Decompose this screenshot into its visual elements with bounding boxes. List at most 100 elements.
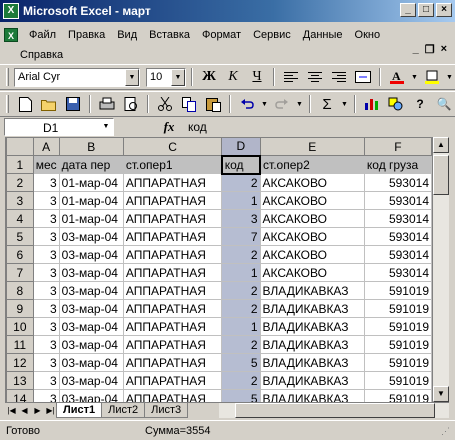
tab-sheet3[interactable]: Лист3 — [144, 403, 189, 418]
scroll-thumb[interactable] — [235, 403, 435, 418]
cell[interactable]: 3 — [32, 263, 60, 282]
doc-restore-button[interactable]: ❐ — [425, 43, 435, 56]
row-header[interactable]: 7 — [6, 263, 34, 282]
font-color-icon[interactable]: A — [386, 67, 408, 88]
cell[interactable]: ВЛАДИКАВКАЗ — [259, 335, 365, 354]
cell[interactable]: 2 — [221, 371, 261, 390]
bold-button[interactable]: Ж — [198, 67, 220, 88]
cell[interactable]: 01-мар-04 — [58, 209, 124, 228]
row-header[interactable]: 1 — [6, 155, 34, 174]
column-header[interactable]: E — [259, 137, 365, 156]
tab-sheet2[interactable]: Лист2 — [101, 403, 146, 418]
cell[interactable]: 03-мар-04 — [58, 263, 124, 282]
help-icon[interactable]: ? — [409, 94, 431, 115]
row-header[interactable]: 6 — [6, 245, 34, 264]
cell[interactable]: 3 — [32, 299, 60, 318]
menu-view[interactable]: Вид — [111, 27, 143, 43]
cell[interactable]: АППАРАТНАЯ — [122, 191, 223, 210]
font-size-combo[interactable]: 10 ▼ — [146, 67, 186, 87]
cell[interactable]: ВЛАДИКАВКАЗ — [259, 353, 365, 372]
select-all-corner[interactable] — [6, 137, 34, 156]
chevron-down-icon[interactable]: ▼ — [100, 120, 112, 134]
underline-button[interactable]: Ч — [246, 67, 268, 88]
cell[interactable]: мес — [32, 155, 60, 174]
cell[interactable]: 03-мар-04 — [58, 371, 124, 390]
cell[interactable]: 3 — [32, 317, 60, 336]
cell[interactable]: 593014 — [363, 245, 432, 264]
cell[interactable]: 591019 — [363, 281, 432, 300]
chevron-down-icon[interactable]: ▼ — [445, 74, 454, 81]
cell[interactable]: 591019 — [363, 389, 432, 402]
cell[interactable]: дата пер — [58, 155, 124, 174]
maximize-button[interactable]: □ — [418, 3, 434, 17]
align-left-icon[interactable] — [280, 67, 302, 88]
menu-insert[interactable]: Вставка — [143, 27, 196, 43]
cell[interactable]: 3 — [32, 335, 60, 354]
cut-icon[interactable] — [154, 94, 176, 115]
cell[interactable]: 03-мар-04 — [58, 227, 124, 246]
cell[interactable]: АППАРАТНАЯ — [122, 371, 223, 390]
cell[interactable]: 03-мар-04 — [58, 245, 124, 264]
first-sheet-icon[interactable]: |◀ — [5, 406, 18, 415]
column-header-selected[interactable]: D — [221, 137, 261, 156]
cell[interactable]: АКСАКОВО — [259, 173, 365, 192]
row-header[interactable]: 3 — [6, 191, 34, 210]
paste-icon[interactable] — [202, 94, 224, 115]
cell[interactable]: 7 — [221, 227, 261, 246]
cell[interactable]: АППАРАТНАЯ — [122, 335, 223, 354]
align-center-icon[interactable] — [304, 67, 326, 88]
copy-icon[interactable] — [178, 94, 200, 115]
minimize-button[interactable]: _ — [400, 3, 416, 17]
font-name-combo[interactable]: Arial Cyr ▼ — [14, 67, 140, 87]
italic-button[interactable]: К — [222, 67, 244, 88]
formula-input[interactable]: код — [188, 120, 207, 134]
toolbar-gripper[interactable] — [6, 95, 9, 113]
row-header[interactable]: 10 — [6, 317, 34, 336]
cell[interactable]: 591019 — [363, 299, 432, 318]
name-box[interactable]: D1 ▼ — [4, 118, 114, 136]
cell[interactable]: 03-мар-04 — [58, 281, 124, 300]
column-header[interactable]: F — [363, 137, 432, 156]
resize-grip-icon[interactable]: ⋰ — [441, 426, 453, 438]
cell[interactable]: 5 — [221, 353, 261, 372]
column-header[interactable]: C — [122, 137, 223, 156]
cell[interactable]: АППАРАТНАЯ — [122, 227, 223, 246]
cell[interactable]: АКСАКОВО — [259, 191, 365, 210]
column-header[interactable]: B — [58, 137, 124, 156]
cell[interactable]: 593014 — [363, 209, 432, 228]
row-header[interactable]: 2 — [6, 173, 34, 192]
cell[interactable]: 593014 — [363, 263, 432, 282]
cell[interactable]: АППАРАТНАЯ — [122, 263, 223, 282]
doc-close-button[interactable]: × — [441, 43, 447, 56]
cell[interactable]: 593014 — [363, 173, 432, 192]
zoom-icon[interactable]: 🔍 — [433, 94, 455, 115]
cell[interactable]: АППАРАТНАЯ — [122, 317, 223, 336]
save-icon[interactable] — [62, 94, 84, 115]
row-header[interactable]: 14 — [6, 389, 34, 402]
chevron-down-icon[interactable]: ▼ — [295, 101, 304, 108]
menu-file[interactable]: Файл — [23, 27, 62, 43]
cell[interactable]: АППАРАТНАЯ — [122, 173, 223, 192]
cell[interactable]: ВЛАДИКАВКАЗ — [259, 371, 365, 390]
horizontal-scrollbar[interactable] — [219, 403, 449, 418]
cell[interactable]: 3 — [32, 227, 60, 246]
cell[interactable]: 03-мар-04 — [58, 335, 124, 354]
cell[interactable]: 2 — [221, 335, 261, 354]
close-button[interactable]: × — [436, 3, 452, 17]
cell[interactable]: 3 — [32, 173, 60, 192]
autosum-icon[interactable]: Σ — [316, 94, 338, 115]
doc-minimize-button[interactable]: _ — [413, 43, 419, 56]
menu-tools[interactable]: Сервис — [247, 27, 297, 43]
cell[interactable]: ВЛАДИКАВКАЗ — [259, 389, 365, 402]
undo-icon[interactable] — [236, 94, 258, 115]
row-header[interactable]: 5 — [6, 227, 34, 246]
cell[interactable]: АППАРАТНАЯ — [122, 299, 223, 318]
align-right-icon[interactable] — [328, 67, 350, 88]
cell[interactable]: 03-мар-04 — [58, 317, 124, 336]
row-header[interactable]: 8 — [6, 281, 34, 300]
cell[interactable]: 3 — [32, 371, 60, 390]
cell[interactable]: 01-мар-04 — [58, 191, 124, 210]
drawing-icon[interactable] — [385, 94, 407, 115]
cell[interactable]: код груза — [363, 155, 432, 174]
cell[interactable]: 591019 — [363, 371, 432, 390]
